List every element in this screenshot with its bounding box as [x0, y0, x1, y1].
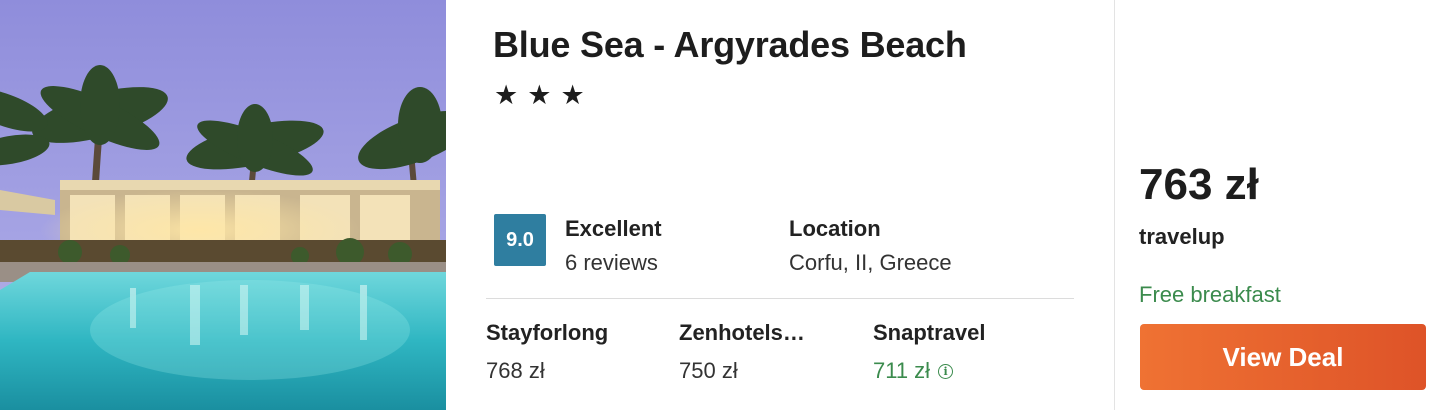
- provider-name: Zenhotels…: [679, 320, 805, 345]
- provider-price: 711 zł i: [873, 358, 1043, 384]
- hotel-info: Blue Sea - Argyrades Beach ★ ★ ★ 9.0 Exc…: [446, 0, 1114, 410]
- provider-name: Snaptravel: [873, 320, 986, 345]
- provider-offer[interactable]: Zenhotels… 750 zł: [679, 320, 849, 384]
- info-icon[interactable]: i: [938, 363, 954, 379]
- location-value: Corfu, II, Greece: [789, 250, 952, 275]
- provider-offer[interactable]: Stayforlong 768 zł: [486, 320, 656, 384]
- location-label: Location: [789, 216, 881, 241]
- provider-offer[interactable]: Snaptravel 711 zł i: [873, 320, 1043, 384]
- review-count[interactable]: 6 reviews: [565, 250, 658, 276]
- provider-price: 750 zł: [679, 358, 738, 383]
- rating-label: Excellent: [565, 216, 662, 241]
- star-rating: ★ ★ ★: [494, 82, 585, 109]
- rating-score-badge: 9.0: [494, 214, 546, 266]
- free-breakfast-perk: Free breakfast: [1139, 282, 1281, 307]
- divider: [486, 298, 1074, 299]
- star-icon: ★: [494, 80, 519, 110]
- view-deal-button[interactable]: View Deal: [1140, 324, 1426, 390]
- hotel-photo[interactable]: [0, 0, 446, 410]
- provider-name: Stayforlong: [486, 320, 609, 345]
- hotel-result-card[interactable]: Blue Sea - Argyrades Beach ★ ★ ★ 9.0 Exc…: [0, 0, 1442, 410]
- hotel-photo-image: [0, 0, 446, 410]
- hotel-name[interactable]: Blue Sea - Argyrades Beach: [493, 24, 967, 66]
- deal-price: 763 zł: [1139, 160, 1259, 209]
- provider-price: 768 zł: [486, 358, 545, 383]
- deal-provider: travelup: [1139, 224, 1225, 249]
- star-icon: ★: [527, 80, 552, 110]
- star-icon: ★: [560, 80, 585, 110]
- deal-panel: 763 zł travelup Free breakfast View Deal: [1115, 0, 1442, 410]
